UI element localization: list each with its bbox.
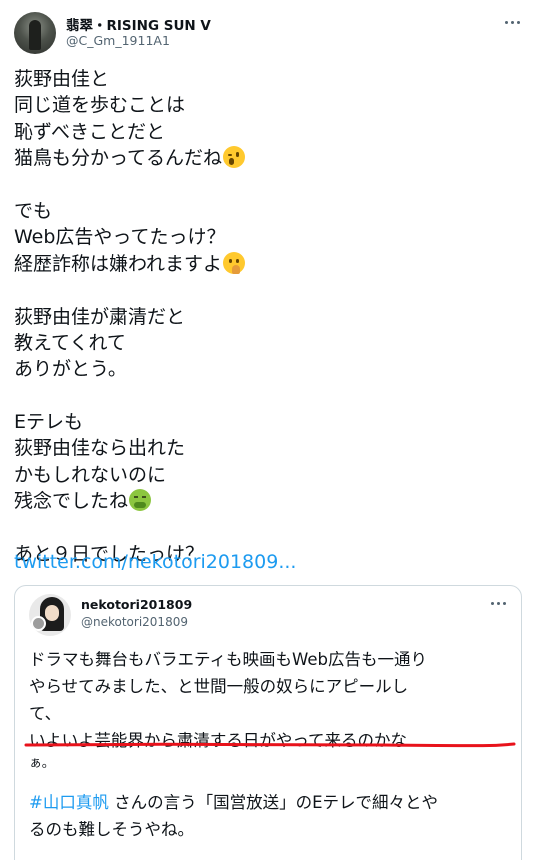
tweet-line: Eテレも xyxy=(14,411,84,434)
tweet-line: 荻野由佳なら出れた xyxy=(14,437,186,460)
quoted-line: やらせてみました、と世間一般の奴らにアピールし xyxy=(29,677,409,696)
quoted-line: て、 xyxy=(29,704,62,723)
tweet-line: ありがとう。 xyxy=(14,358,127,381)
hashtag-link[interactable]: #山口真帆 xyxy=(29,793,109,812)
tweet[interactable]: 翡翠・RISING SUN V @C_Gm_1911A1 荻野由佳と 同じ道を歩… xyxy=(0,0,540,860)
tweet-line: Web広告やってたっけ？ xyxy=(14,226,226,249)
quoted-author-name[interactable]: nekotori201809 xyxy=(81,597,192,612)
tweet-line: 荻野由佳と xyxy=(14,68,110,90)
tweet-line: 恥ずべきことだと xyxy=(14,120,166,143)
winking-face-icon xyxy=(223,146,246,169)
tweet-line: でも xyxy=(14,199,53,222)
tweet-line: 教えてくれて xyxy=(14,331,126,354)
author-name[interactable]: 翡翠・RISING SUN V xyxy=(66,14,211,34)
quoted-line: ぁ。 xyxy=(29,756,55,771)
quoted-tweet-body: ドラマも舞台もバラエティも映画もWeb広告も一通り やらせてみました、と世間一般… xyxy=(29,646,513,843)
quoted-line-highlighted: いよいよ芸能界から粛清する日がやって来るのかな xyxy=(29,731,408,750)
tweet-line: 同じ道を歩むことは xyxy=(14,94,186,117)
quoted-author-avatar[interactable] xyxy=(29,594,71,636)
tweet-line: 猫鳥も分かってるんだね xyxy=(14,145,514,171)
quoted-more-options-icon[interactable] xyxy=(487,596,509,610)
more-options-icon[interactable] xyxy=(500,14,524,30)
quoted-tweet-link[interactable]: twitter.com/nekotori201809... xyxy=(14,551,296,573)
quoted-author-handle[interactable]: @nekotori201809 xyxy=(81,615,188,629)
tweet-line: かもしれないのに xyxy=(14,463,167,486)
quoted-tweet-card[interactable]: nekotori201809 @nekotori201809 ドラマも舞台もバラ… xyxy=(14,585,522,860)
tweet-line: 荻野由佳が粛清だと xyxy=(14,305,186,328)
nauseated-face-icon xyxy=(129,489,152,512)
thinking-face-icon xyxy=(223,251,246,274)
tweet-line: 経歴詐称は嫌われますよ xyxy=(14,251,514,277)
tweet-body: 荻野由佳と 同じ道を歩むことは 恥ずべきことだと 猫鳥も分かってるんだね でも … xyxy=(14,66,514,567)
quoted-line: るのも難しそうやね。 xyxy=(29,820,194,839)
tweet-line: 残念でしたね xyxy=(14,488,514,514)
author-avatar[interactable] xyxy=(14,12,56,54)
author-handle[interactable]: @C_Gm_1911A1 xyxy=(66,33,170,48)
quoted-line: #山口真帆 さんの言う「国営放送」のEテレで細々とや xyxy=(29,793,438,812)
quoted-line: ドラマも舞台もバラエティも映画もWeb広告も一通り xyxy=(29,650,427,669)
